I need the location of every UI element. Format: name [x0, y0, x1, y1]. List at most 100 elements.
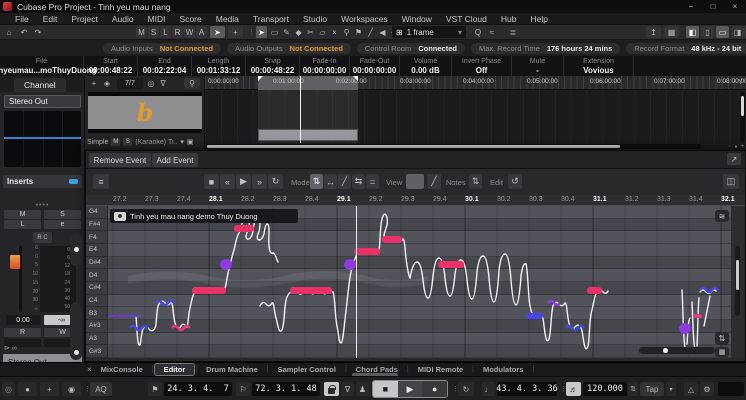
straighten-slider[interactable] — [70, 302, 82, 360]
export-icon[interactable]: ↥ — [646, 26, 661, 38]
inserts-section-header[interactable]: Inserts — [3, 175, 82, 188]
video-event-block[interactable] — [258, 129, 358, 141]
drag-handle[interactable]: •••• — [0, 202, 85, 209]
event-title-chip[interactable]: Tinh yeu mau nang demo Thuy Duong — [110, 209, 298, 223]
scrollbar-thumb[interactable] — [736, 260, 739, 290]
right-locator-value[interactable]: 72. 3. 1. 48 — [252, 382, 320, 396]
ruler-filter-icon[interactable]: Y — [736, 77, 745, 88]
lower-zone-tab[interactable]: Editor — [154, 363, 196, 376]
add-track-icon[interactable]: + — [89, 78, 99, 89]
search-track-icon[interactable]: ⚲ — [184, 78, 200, 89]
lower-zone-tab[interactable]: Drum Machine — [197, 364, 267, 375]
punch-mode-button[interactable]: + — [40, 382, 59, 396]
menu-item[interactable]: Help — [523, 14, 554, 24]
lower-zone-tab[interactable]: Modulators — [474, 364, 532, 375]
punch-lock-button[interactable] — [324, 382, 339, 396]
status-pill[interactable]: Audio Inputs Not Connected — [103, 43, 221, 54]
menu-item[interactable]: Transport — [246, 14, 296, 24]
onscreen-keyboard-icon[interactable]: ▦ — [664, 26, 679, 38]
solo-button[interactable]: S — [44, 210, 81, 219]
pitch-svg[interactable] — [108, 206, 733, 358]
channel-visibility-button[interactable]: L — [160, 26, 171, 38]
zoom-slider-handle[interactable] — [663, 348, 668, 353]
mute-tool-icon[interactable]: × — [329, 26, 340, 38]
pitch-level-mode[interactable]: = — [366, 174, 379, 189]
line-setup-icon[interactable]: ≣ — [506, 26, 520, 38]
channel-visibility-button[interactable]: M — [136, 26, 147, 38]
primary-time-display[interactable]: 43. 4. 3. 36 — [497, 382, 557, 396]
color-tool-icon[interactable]: ⚑ — [353, 26, 364, 38]
split-tool-icon[interactable]: ✂ — [305, 26, 316, 38]
info-field[interactable]: Fade-Out 00:00:00:00 — [350, 56, 400, 76]
object-selection-mode-icon[interactable]: ➤ — [210, 26, 225, 38]
info-field[interactable]: Extension Vovious — [564, 56, 634, 76]
channel-visibility-button[interactable]: A — [196, 26, 207, 38]
view-curve-button[interactable]: ╱ — [427, 174, 441, 189]
info-field[interactable]: Snap 00:00:48:22 — [246, 56, 300, 76]
primary-time-icon[interactable]: ♩ — [482, 382, 495, 396]
zoom-slider-dot[interactable]: ● — [734, 144, 737, 150]
tempo-track-icon[interactable]: ♬ — [566, 382, 581, 396]
info-field[interactable]: Volume 0.00 dB — [400, 56, 452, 76]
menu-item[interactable]: Audio — [105, 14, 141, 24]
vertical-scrollbar[interactable] — [740, 92, 745, 142]
camera-icon[interactable]: ◎ — [146, 78, 156, 89]
quantize-icon[interactable]: Q — [472, 26, 484, 38]
fader-level-value[interactable]: 0.00 — [6, 315, 40, 325]
track-name[interactable]: Simple — [87, 139, 108, 146]
video-track-thumbnail[interactable]: b — [88, 92, 202, 133]
auto-quantize-button[interactable]: AQ — [90, 382, 112, 396]
overview-time-ruler[interactable]: 0:00:00:00 0:01:00:00 0:02:00:00 0:03:00… — [205, 76, 746, 90]
remove-event-button[interactable]: Remove Event — [89, 153, 151, 167]
open-in-window-icon[interactable]: ↗ — [727, 153, 741, 165]
menu-item[interactable]: Workspaces — [334, 14, 395, 24]
info-field[interactable]: End 00:02:22:04 — [138, 56, 192, 76]
close-button[interactable]: × — [724, 0, 746, 13]
panel-toggle-icon[interactable]: ◫ — [723, 174, 739, 189]
erase-tool-icon[interactable]: ◆ — [293, 26, 304, 38]
menu-item[interactable]: Media — [209, 14, 246, 24]
horizontal-scrollbar[interactable] — [205, 144, 701, 149]
editor-play-button[interactable]: ▶ — [236, 174, 251, 189]
info-field[interactable]: Mute - — [512, 56, 564, 76]
info-field[interactable]: Invert Phase Off — [452, 56, 512, 76]
menu-item[interactable]: VST Cloud — [439, 14, 494, 24]
minimize-button[interactable]: − — [680, 0, 702, 13]
play-tool-icon[interactable]: ◀ — [377, 26, 388, 38]
editor-forward-button[interactable]: » — [252, 174, 267, 189]
channel-visibility-button[interactable]: W — [184, 26, 195, 38]
left-zone-toggle[interactable]: ◧ — [686, 26, 699, 38]
filter-icon[interactable]: ∇ — [158, 78, 168, 89]
tempo-stepper[interactable]: ⇅ — [628, 382, 638, 396]
lower-zone-tab[interactable]: MixConsole — [92, 364, 152, 375]
status-pill[interactable]: Record Format 48 kHz - 24 bit — [626, 43, 746, 54]
info-field[interactable]: Fade-In 00:00:00:00 — [300, 56, 350, 76]
overview-track-area[interactable] — [205, 90, 738, 143]
editor-bar-ruler[interactable]: 27.227.327.428.128.228.328.429.129.229.3… — [86, 195, 745, 206]
stop-button[interactable]: ■ — [373, 381, 398, 397]
track-solo-button[interactable]: S — [123, 138, 132, 146]
iterative-quantize-icon[interactable]: ≈ — [486, 26, 498, 38]
range-tool-icon[interactable]: ▭ — [269, 26, 280, 38]
read-automation-button[interactable]: R — [4, 328, 41, 337]
line-tool-icon[interactable]: ╱ — [365, 26, 376, 38]
info-field[interactable]: File Tinhyeumau...moThuyDuong — [0, 56, 84, 76]
editor-rewind-button[interactable]: « — [220, 174, 235, 189]
lower-zone-tab[interactable]: Sampler Control — [269, 364, 345, 375]
notes-shift-button[interactable]: ⇅ — [469, 174, 482, 189]
grid-box-icon[interactable]: ▣ — [187, 138, 194, 146]
record-button[interactable]: ● — [422, 381, 447, 397]
editor-menu-icon[interactable]: ≡ — [93, 174, 109, 189]
zoom-out-icon[interactable]: − — [728, 144, 732, 150]
tap-tempo-button[interactable]: Tap — [640, 382, 664, 396]
menu-item[interactable]: Studio — [296, 14, 334, 24]
lower-zone-tab[interactable]: MIDI Remote — [409, 364, 472, 375]
left-locator-value[interactable]: 24. 3. 4. 7 — [164, 382, 232, 396]
fader-handle[interactable] — [9, 254, 21, 270]
menu-item[interactable]: Edit — [36, 14, 65, 24]
gear-icon[interactable]: ⚙ — [700, 382, 714, 396]
tab-channel[interactable]: Channel — [14, 78, 66, 92]
menu-item[interactable]: File — [8, 14, 36, 24]
edit-channel-button[interactable]: e — [44, 220, 81, 229]
mute-button[interactable]: M — [4, 210, 41, 219]
